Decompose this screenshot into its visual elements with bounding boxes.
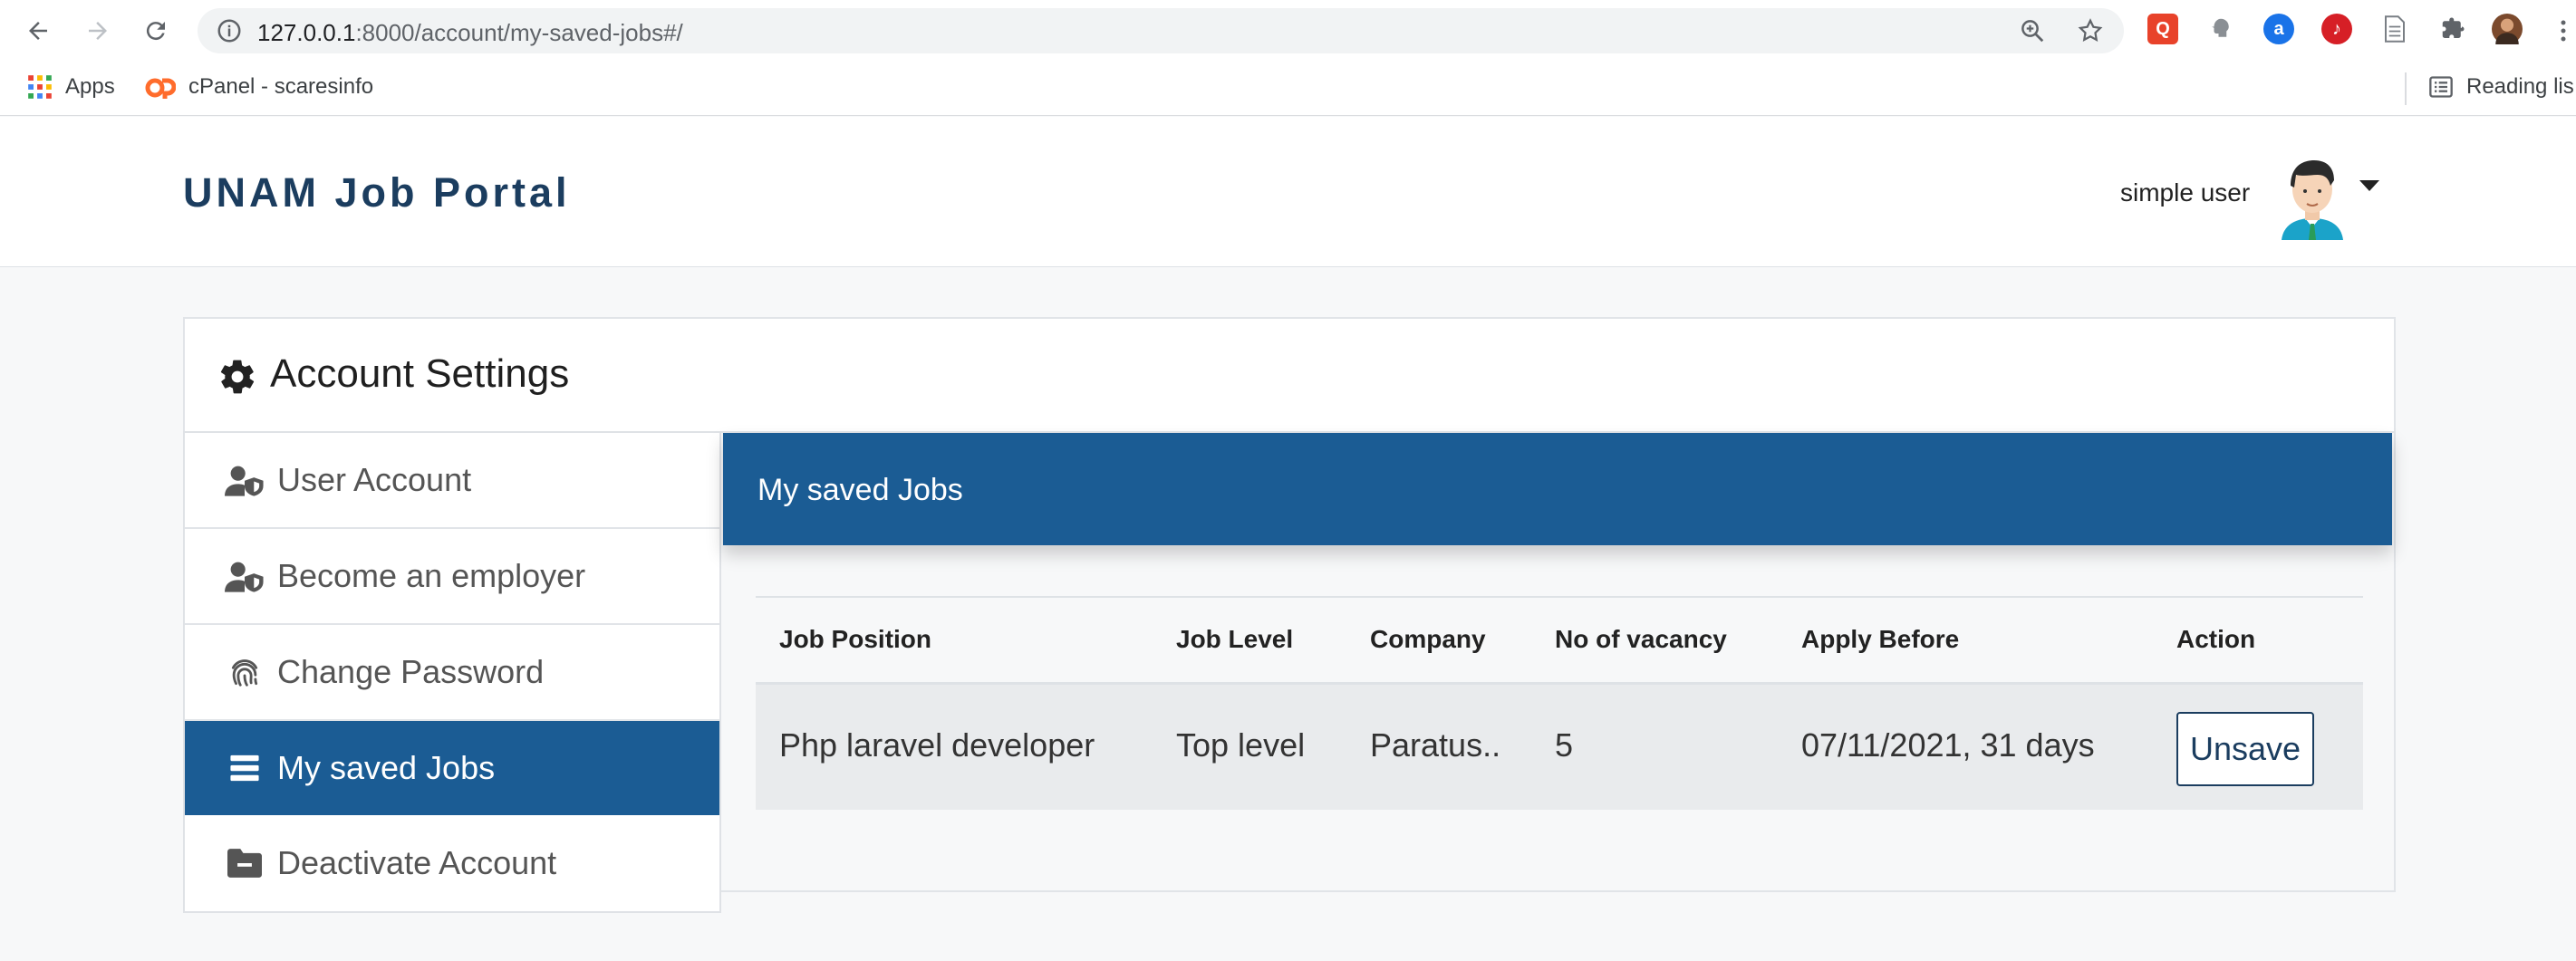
column-header: Apply Before	[1801, 625, 1960, 653]
unsave-button[interactable]: Unsave	[2176, 712, 2314, 786]
bookmark-cpanel-label: cPanel - scaresinfo	[188, 74, 374, 99]
reload-button[interactable]	[134, 9, 178, 53]
reload-icon	[146, 22, 165, 41]
user-menu-caret-icon[interactable]	[2359, 180, 2379, 191]
reading-list-button[interactable]: Reading lis	[2428, 74, 2574, 100]
extension-a-icon[interactable]: a	[2263, 14, 2294, 44]
url-text[interactable]: 127.0.0.1:8000/account/my-saved-jobs#/	[257, 19, 683, 47]
zoom-icon[interactable]	[2019, 17, 2046, 44]
cell-vacancies: 5	[1555, 726, 1574, 764]
user-avatar-icon[interactable]	[2272, 153, 2352, 240]
bookmark-apps-label: Apps	[65, 74, 115, 99]
cpanel-icon	[145, 78, 176, 99]
settings-sidebar: User Account Become an employer Change P…	[183, 431, 721, 913]
sidebar-item-user-account[interactable]: User Account	[185, 433, 719, 529]
table-row: Php laravel developer Top level Paratus.…	[756, 685, 2363, 810]
apps-grid-icon	[28, 75, 52, 99]
bookmarks-bar: Apps cPanel - scaresinfo Reading lis	[0, 62, 2576, 116]
cell-job-position: Php laravel developer	[779, 726, 1095, 764]
profile-avatar-icon[interactable]	[2492, 14, 2523, 44]
user-shield-icon	[225, 558, 265, 594]
fingerprint-icon	[225, 654, 265, 690]
address-bar[interactable]: 127.0.0.1:8000/account/my-saved-jobs#/	[198, 8, 2124, 53]
content-title: My saved Jobs	[757, 473, 963, 507]
browser-toolbar: 127.0.0.1:8000/account/my-saved-jobs#/ Q…	[0, 0, 2576, 62]
extensions-puzzle-icon[interactable]	[2437, 14, 2468, 44]
url-host: 127.0.0.1	[257, 19, 356, 46]
info-icon[interactable]	[216, 17, 243, 44]
url-path: :8000/account/my-saved-jobs#/	[355, 19, 683, 46]
sidebar-item-label: User Account	[277, 461, 472, 498]
sidebar-item-become-employer[interactable]: Become an employer	[185, 529, 719, 625]
reading-list-icon	[2429, 76, 2453, 98]
page-title: Account Settings	[270, 351, 570, 396]
sidebar-item-label: Change Password	[277, 653, 545, 690]
cell-apply-before: 07/11/2021, 31 days	[1801, 726, 2095, 764]
content-header: My saved Jobs	[723, 433, 2392, 545]
bookmarks-divider	[2405, 72, 2407, 105]
bookmark-apps[interactable]: Apps	[27, 74, 115, 100]
column-header: No of vacancy	[1555, 625, 1727, 653]
back-arrow-icon	[29, 22, 47, 40]
sidebar-item-label: My saved Jobs	[277, 749, 496, 786]
cell-company: Paratus..	[1370, 726, 1501, 764]
column-header: Action	[2176, 625, 2256, 653]
browser-menu-icon[interactable]	[2561, 20, 2566, 42]
panel-header: Account Settings	[185, 319, 2394, 433]
extension-doc-icon[interactable]	[2379, 14, 2410, 44]
back-button[interactable]	[16, 9, 60, 53]
list-icon	[225, 750, 265, 786]
column-header: Company	[1370, 625, 1486, 653]
bookmark-star-icon[interactable]	[2077, 17, 2104, 44]
cell-job-level: Top level	[1176, 726, 1306, 764]
user-name[interactable]: simple user	[2120, 178, 2250, 207]
sidebar-item-label: Deactivate Account	[277, 844, 557, 881]
column-header: Job Level	[1176, 625, 1294, 653]
saved-jobs-content: My saved Jobs Job Position Job Level Com…	[723, 433, 2392, 890]
sidebar-item-my-saved-jobs[interactable]: My saved Jobs	[185, 721, 719, 815]
forward-arrow-icon	[89, 22, 107, 40]
folder-minus-icon	[225, 845, 265, 881]
extension-search-icon[interactable]: Q	[2147, 14, 2178, 44]
forward-button[interactable]	[76, 9, 120, 53]
table-header-row: Job Position Job Level Company No of vac…	[756, 596, 2363, 685]
extension-head-icon[interactable]	[2205, 14, 2236, 44]
user-shield-icon	[225, 462, 265, 498]
bookmark-cpanel[interactable]: cPanel - scaresinfo	[145, 74, 373, 100]
sidebar-item-change-password[interactable]: Change Password	[185, 625, 719, 721]
gear-icon	[220, 360, 255, 394]
sidebar-item-deactivate-account[interactable]: Deactivate Account	[185, 815, 719, 911]
extension-music-icon[interactable]: ♪	[2321, 14, 2352, 44]
reading-list-label: Reading lis	[2466, 74, 2574, 99]
column-header: Job Position	[779, 625, 931, 653]
site-header: UNAM Job Portal simple user	[0, 117, 2576, 267]
sidebar-item-label: Become an employer	[277, 557, 586, 594]
brand-logo[interactable]: UNAM Job Portal	[183, 169, 571, 216]
